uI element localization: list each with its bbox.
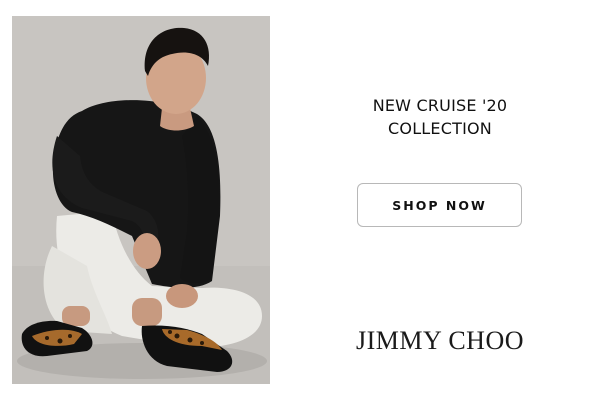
promo-content: NEW CRUISE '20 COLLECTION SHOP NOW JIMMY… (270, 0, 600, 400)
model-photo[interactable] (12, 16, 270, 384)
collection-headline: NEW CRUISE '20 COLLECTION (270, 94, 600, 140)
model-illustration (12, 16, 270, 384)
headline-line-1: NEW CRUISE '20 (372, 96, 508, 115)
headline-line-2: COLLECTION (388, 119, 492, 138)
brand-logo[interactable]: JIMMY CHOO (327, 326, 553, 356)
shop-now-button[interactable]: SHOP NOW (357, 183, 522, 227)
ad-banner: NEW CRUISE '20 COLLECTION SHOP NOW JIMMY… (0, 0, 600, 400)
